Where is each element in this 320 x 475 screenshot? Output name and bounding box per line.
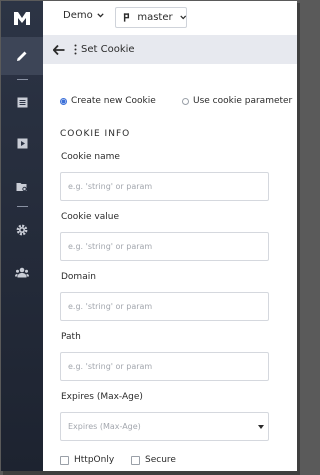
sidebar-divider <box>17 79 28 80</box>
radio-use-cookie-parameter[interactable]: Use cookie parameter <box>182 96 292 106</box>
branch-name: master <box>137 12 173 23</box>
users-icon <box>15 267 29 277</box>
sidebar-item-settings[interactable] <box>1 216 43 244</box>
set-cookie-form: Create new Cookie Use cookie parameter C… <box>43 64 297 471</box>
cookie-value-input[interactable] <box>60 232 269 261</box>
path-input[interactable] <box>60 352 269 381</box>
secure-checkbox[interactable] <box>131 455 140 465</box>
sidebar-item-run[interactable] <box>1 129 43 157</box>
cookie-value-label: Cookie value <box>61 212 119 222</box>
window-shadow-bottom <box>3 471 300 475</box>
sidebar-item-team[interactable] <box>1 258 43 286</box>
expires-selected-value: Expires (Max-Age) <box>68 422 141 431</box>
top-bar: Demo master <box>43 1 297 35</box>
secure-checkbox-row[interactable]: Secure <box>131 455 176 465</box>
expires-select[interactable]: Expires (Max-Age) <box>60 412 269 441</box>
arrow-left-icon <box>53 44 65 55</box>
chevron-down-icon <box>97 13 104 18</box>
radio-button-selected[interactable] <box>60 97 67 105</box>
caret-down-icon <box>258 425 264 429</box>
checkbox-label: Secure <box>145 455 176 465</box>
cookie-name-label: Cookie name <box>61 152 120 162</box>
radio-create-new-cookie[interactable]: Create new Cookie <box>60 96 156 106</box>
document-icon <box>17 97 27 107</box>
path-label: Path <box>61 332 81 342</box>
drag-handle[interactable] <box>74 44 78 56</box>
branch-dropdown[interactable]: master <box>115 7 187 28</box>
app-logo[interactable] <box>1 1 43 35</box>
domain-label: Domain <box>61 272 96 282</box>
sidebar-item-test-cases[interactable] <box>1 88 43 116</box>
step-header: Set Cookie <box>43 35 297 64</box>
page-title: Set Cookie <box>81 44 135 55</box>
play-icon <box>17 138 27 148</box>
sidebar <box>1 1 43 471</box>
git-branch-icon <box>123 13 130 22</box>
chevron-down-icon <box>179 15 186 20</box>
project-dropdown[interactable]: Demo <box>63 10 104 21</box>
gear-icon <box>16 224 28 236</box>
radio-button[interactable] <box>182 97 189 105</box>
expires-label: Expires (Max-Age) <box>61 392 143 402</box>
sidebar-item-edit[interactable] <box>1 37 43 75</box>
window-shadow-right <box>297 3 300 475</box>
checkbox-label: HttpOnly <box>74 455 115 465</box>
radio-label: Create new Cookie <box>71 96 156 106</box>
httponly-checkbox-row[interactable]: HttpOnly <box>60 455 114 465</box>
project-name: Demo <box>63 10 93 21</box>
sidebar-divider <box>17 206 28 207</box>
domain-input[interactable] <box>60 292 269 321</box>
pencil-icon <box>17 51 27 61</box>
back-button[interactable] <box>53 43 67 57</box>
httponly-checkbox[interactable] <box>60 455 69 465</box>
sidebar-item-repository[interactable] <box>1 172 43 200</box>
radio-label: Use cookie parameter <box>193 96 293 106</box>
section-title: COOKIE INFO <box>60 129 131 139</box>
folder-settings-icon <box>16 182 27 191</box>
logo-icon <box>14 11 30 25</box>
app-window: Demo master Set Cookie Create new Cookie… <box>1 1 297 471</box>
cookie-name-input[interactable] <box>60 172 269 201</box>
kebab-icon <box>74 44 77 55</box>
